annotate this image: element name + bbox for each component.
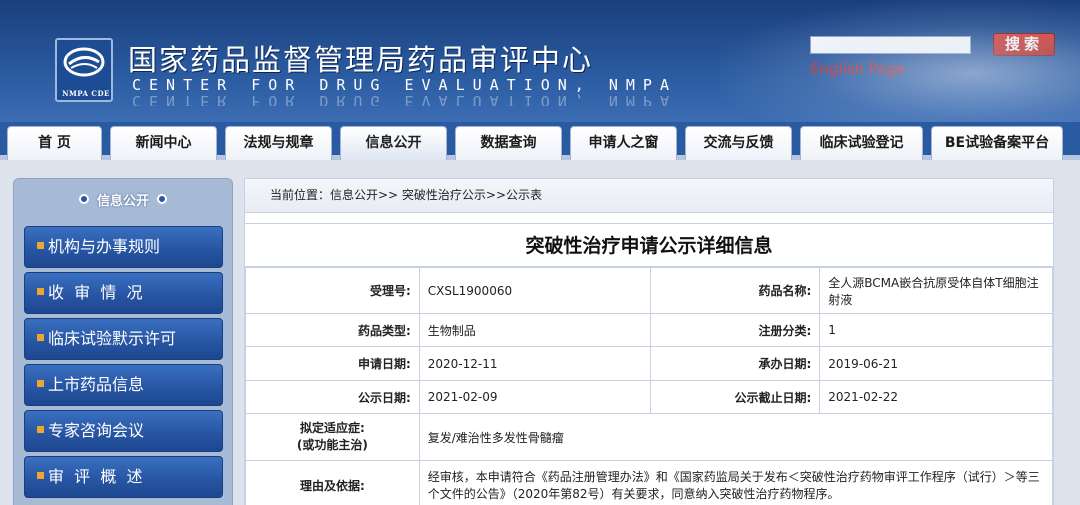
field-label: 药品名称: xyxy=(649,267,821,314)
sidebar-item-label: 收 审 情 况 xyxy=(48,283,143,302)
breadcrumb: 当前位置：信息公开>> 突破性治疗公示>>公示表 xyxy=(245,179,1053,213)
logo-emblem-icon xyxy=(63,47,105,77)
field-value: 生物制品 xyxy=(418,313,651,347)
field-label: 承办日期: xyxy=(649,346,821,381)
square-bullet-icon xyxy=(37,334,44,341)
bullet-dot-icon xyxy=(78,194,89,204)
field-label: 受理号: xyxy=(245,267,420,314)
sidebar-item-rules[interactable]: 机构与办事规则 xyxy=(24,226,223,268)
table-row: 申请日期: 2020-12-11 承办日期: 2019-06-21 xyxy=(245,346,1053,381)
field-value: 2021-02-09 xyxy=(418,380,651,414)
tab-feedback[interactable]: 交流与反馈 xyxy=(685,126,792,160)
sidebar-item-label: 专家咨询会议 xyxy=(48,421,145,440)
table-row: 理由及依据: 经审核，本申请符合《药品注册管理办法》和《国家药监局关于发布＜突破… xyxy=(245,460,1054,505)
field-label: 拟定适应症: (或功能主治) xyxy=(245,413,420,461)
sidebar-item-label: 审 评 概 述 xyxy=(48,467,143,486)
page-title: 突破性治疗申请公示详细信息 xyxy=(245,223,1053,267)
field-value: 2019-06-21 xyxy=(819,346,1053,381)
site-title-reflection: CENTER FOR DRUG EVALUATION, NMPA xyxy=(132,92,677,106)
sidebar-item-label: 机构与办事规则 xyxy=(48,237,161,256)
site-logo[interactable]: NMPA CDE xyxy=(55,38,113,102)
main-content: 当前位置：信息公开>> 突破性治疗公示>>公示表 突破性治疗申请公示详细信息 受… xyxy=(244,178,1054,505)
field-value: 复发/难治性多发性骨髓瘤 xyxy=(418,413,1054,461)
site-title: 国家药品监督管理局药品审评中心 xyxy=(128,43,594,77)
main-nav: 首 页 新闻中心 法规与规章 信息公开 数据查询 申请人之窗 交流与反馈 临床试… xyxy=(0,122,1080,160)
sidebar-item-receipts[interactable]: 收 审 情 况 xyxy=(24,272,223,314)
tab-data-query[interactable]: 数据查询 xyxy=(455,126,562,160)
indication-sublabel: (或功能主治) xyxy=(296,438,368,452)
field-value: 全人源BCMA嵌合抗原受体自体T细胞注射液 xyxy=(819,267,1053,314)
field-label: 公示日期: xyxy=(245,380,420,414)
sidebar: 信息公开 机构与办事规则 收 审 情 况 临床试验默示许可 上市药品信息 专家咨… xyxy=(13,178,233,505)
square-bullet-icon xyxy=(37,242,44,249)
bullet-dot-icon xyxy=(157,194,167,204)
sidebar-item-expert-meetings[interactable]: 专家咨询会议 xyxy=(24,410,223,452)
sidebar-item-marketed-drugs[interactable]: 上市药品信息 xyxy=(24,364,223,406)
field-label: 公示截止日期: xyxy=(649,380,821,414)
table-row: 药品类型: 生物制品 注册分类: 1 xyxy=(245,313,1053,347)
table-row: 拟定适应症: (或功能主治) 复发/难治性多发性骨髓瘤 xyxy=(245,413,1054,461)
logo-caption: NMPA CDE xyxy=(62,89,110,98)
square-bullet-icon xyxy=(37,380,44,387)
indication-label: 拟定适应症: xyxy=(299,421,365,435)
tab-regulations[interactable]: 法规与规章 xyxy=(225,126,332,160)
detail-table: 受理号: CXSL1900060 药品名称: 全人源BCMA嵌合抗原受体自体T细… xyxy=(245,267,1054,505)
field-label: 申请日期: xyxy=(245,346,420,381)
search-input[interactable] xyxy=(810,36,971,54)
square-bullet-icon xyxy=(37,426,44,433)
field-value: 经审核，本申请符合《药品注册管理办法》和《国家药监局关于发布＜突破性治疗药物审评… xyxy=(418,460,1054,505)
english-page-link[interactable]: English Page xyxy=(810,60,905,78)
field-value: 1 xyxy=(819,313,1053,347)
site-header: NMPA CDE 国家药品监督管理局药品审评中心 CENTER FOR DRUG… xyxy=(0,0,1080,122)
square-bullet-icon xyxy=(37,288,44,295)
table-row: 公示日期: 2021-02-09 公示截止日期: 2021-02-22 xyxy=(245,380,1053,414)
tab-clinical-trial-registration[interactable]: 临床试验登记 xyxy=(800,126,923,160)
sidebar-header: 信息公开 xyxy=(14,179,232,217)
tab-home[interactable]: 首 页 xyxy=(7,126,102,160)
tab-info-disclosure[interactable]: 信息公开 xyxy=(340,126,447,160)
tab-applicant-window[interactable]: 申请人之窗 xyxy=(570,126,677,160)
sidebar-item-label: 上市药品信息 xyxy=(48,375,145,394)
field-value: 2021-02-22 xyxy=(819,380,1053,414)
search-button[interactable]: 搜索 xyxy=(993,33,1055,56)
field-label: 注册分类: xyxy=(649,313,821,347)
sidebar-title: 信息公开 xyxy=(96,194,149,209)
table-row: 受理号: CXSL1900060 药品名称: 全人源BCMA嵌合抗原受体自体T细… xyxy=(245,267,1053,314)
field-label: 理由及依据: xyxy=(245,460,420,505)
field-label: 药品类型: xyxy=(245,313,420,347)
sidebar-item-review-overview[interactable]: 审 评 概 述 xyxy=(24,456,223,498)
square-bullet-icon xyxy=(37,472,44,479)
field-value: CXSL1900060 xyxy=(418,267,651,314)
field-value: 2020-12-11 xyxy=(418,346,651,381)
sidebar-item-label: 临床试验默示许可 xyxy=(48,329,177,348)
tab-be-trial-platform[interactable]: BE试验备案平台 xyxy=(931,126,1063,160)
tab-news[interactable]: 新闻中心 xyxy=(110,126,217,160)
sidebar-item-clinical-trial[interactable]: 临床试验默示许可 xyxy=(24,318,223,360)
